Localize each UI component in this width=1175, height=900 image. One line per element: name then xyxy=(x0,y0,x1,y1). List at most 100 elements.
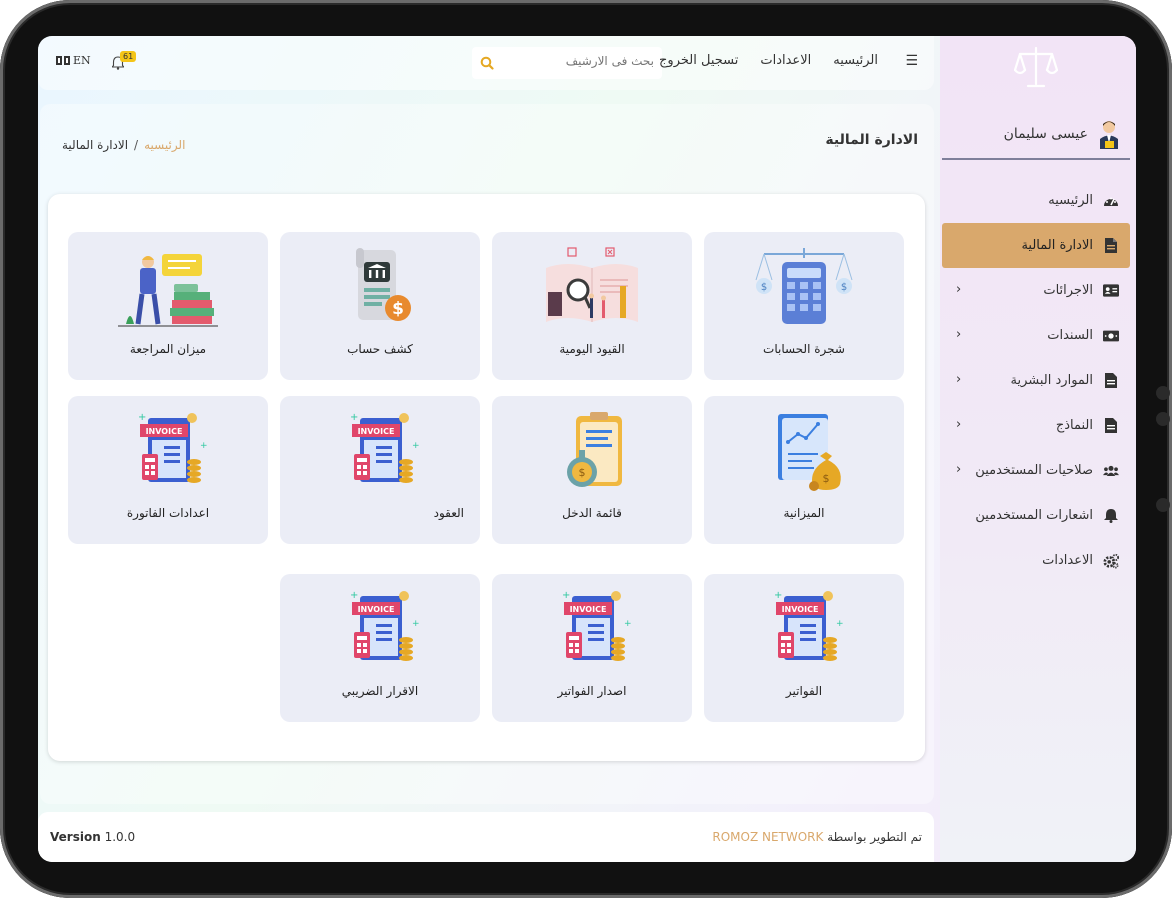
tile-income-statement[interactable]: $ قائمة الدخل xyxy=(492,396,692,544)
chevron-left-icon: ‹ xyxy=(956,282,962,297)
breadcrumb-home[interactable]: الرئيسيه xyxy=(144,138,185,152)
search-icon[interactable] xyxy=(480,56,494,70)
sidebar-item-hr[interactable]: الموارد البشرية ‹ xyxy=(942,358,1130,403)
user-name: عيسى سليمان xyxy=(1003,126,1088,142)
sidebar-item-label: النماذج xyxy=(1055,418,1093,433)
user-profile[interactable]: عيسى سليمان xyxy=(942,110,1130,160)
sidebar-item-label: الموارد البشرية xyxy=(1010,373,1093,388)
tile-label: ميزان المراجعة xyxy=(129,342,207,356)
calculator-scale-icon: $ $ xyxy=(755,248,853,324)
avatar xyxy=(1100,121,1118,149)
person-books-icon xyxy=(118,254,218,327)
tile-label: قائمة الدخل xyxy=(562,506,622,520)
top-nav-logout[interactable]: تسجيل الخروج xyxy=(659,53,738,68)
device-button xyxy=(1156,498,1170,512)
sidebar-item-label: اشعارات المستخدمين xyxy=(975,508,1093,523)
sidebar-item-home[interactable]: الرئيسيه xyxy=(942,178,1130,223)
tile-label: الاقرار الضريبي xyxy=(341,684,419,698)
chevron-left-icon: ‹ xyxy=(956,462,962,477)
svg-text:+: + xyxy=(562,590,570,601)
svg-text:+: + xyxy=(774,590,782,601)
tile-label: شجرة الحسابات xyxy=(763,342,845,356)
svg-text:$: $ xyxy=(579,466,586,479)
svg-text:+: + xyxy=(350,412,358,423)
gauge-icon xyxy=(1103,193,1119,209)
footer: Version 1.0.0 تم التطوير بواسطة ROMOZ NE… xyxy=(38,812,934,862)
invoice-icon: INVOICE + + xyxy=(774,590,844,661)
tile-issue-invoices[interactable]: INVOICE + + اصدار الفواتير xyxy=(492,574,692,722)
breadcrumb: الرئيسيه / الادارة المالية xyxy=(62,138,185,152)
tile-account-statement[interactable]: $ كشف حساب xyxy=(280,232,480,380)
tile-budget[interactable]: $ الميزانية xyxy=(704,396,904,544)
report-moneybag-icon: $ xyxy=(778,414,841,491)
top-nav-settings[interactable]: الاعدادات xyxy=(760,53,811,68)
svg-text:+: + xyxy=(200,441,208,451)
svg-text:$: $ xyxy=(823,472,830,485)
top-bar: EN 61 الرئيسيه الاعدادات تسجيل الخروج ☰ xyxy=(38,36,934,90)
chevron-left-icon: ‹ xyxy=(956,417,962,432)
sidebar-item-financial[interactable]: الادارة المالية xyxy=(942,223,1130,268)
device-button xyxy=(1156,386,1170,400)
sidebar-item-procedures[interactable]: الاجرائات ‹ xyxy=(942,268,1130,313)
language-switch[interactable]: EN xyxy=(56,54,91,67)
notifications-badge: 61 xyxy=(120,51,137,62)
tile-label: العقود xyxy=(433,506,464,520)
version-number: 1.0.0 xyxy=(104,830,136,844)
search-input[interactable] xyxy=(514,54,654,68)
tile-invoices[interactable]: INVOICE + + الفواتير xyxy=(704,574,904,722)
scales-logo-icon xyxy=(1014,46,1058,88)
invoice-icon: INVOICE + + xyxy=(138,412,208,483)
tile-contracts[interactable]: INVOICE + + العقود xyxy=(280,396,480,544)
page-title: الادارة المالية xyxy=(825,132,918,148)
users-icon xyxy=(1103,463,1119,479)
tile-label: القيود اليومية xyxy=(559,342,625,356)
breadcrumb-separator: / xyxy=(134,138,139,152)
tile-label: الفواتير xyxy=(785,684,823,698)
chevron-left-icon: ‹ xyxy=(956,372,962,387)
svg-text:INVOICE: INVOICE xyxy=(146,427,183,436)
svg-text:$: $ xyxy=(761,282,767,293)
sidebar: عيسى سليمان الرئيسيه الادارة المالية الا… xyxy=(940,36,1136,862)
tile-invoice-settings[interactable]: INVOICE + + اعدادات الفاتورة xyxy=(68,396,268,544)
breadcrumb-current: الادارة المالية xyxy=(62,138,129,152)
svg-text:+: + xyxy=(412,441,420,451)
sidebar-item-label: الادارة المالية xyxy=(1021,238,1093,253)
sidebar-item-label: السندات xyxy=(1047,328,1093,343)
gears-icon xyxy=(1103,553,1119,569)
sidebar-item-notifications[interactable]: اشعارات المستخدمين xyxy=(942,493,1130,538)
sidebar-item-permissions[interactable]: صلاحيات المستخدمين ‹ xyxy=(942,448,1130,493)
svg-text:+: + xyxy=(624,619,632,629)
language-label: EN xyxy=(73,54,91,67)
svg-text:$: $ xyxy=(841,282,847,293)
version-label: Version xyxy=(50,830,101,844)
receipt-bank-icon: $ xyxy=(356,248,411,321)
invoice-icon: INVOICE + + xyxy=(350,412,420,483)
device-button xyxy=(1156,412,1170,426)
sidebar-item-label: صلاحيات المستخدمين xyxy=(975,463,1093,478)
modules-card: $ $ شجرة الحسابات القيود اليومية $ كشف ح… xyxy=(48,194,925,761)
credit-brand-link[interactable]: ROMOZ NETWORK xyxy=(712,830,823,844)
sidebar-item-settings[interactable]: الاعدادات xyxy=(942,538,1130,583)
sidebar-item-bonds[interactable]: السندات ‹ xyxy=(942,313,1130,358)
sidebar-item-label: الاجرائات xyxy=(1043,283,1093,298)
tile-tax-return[interactable]: INVOICE + + الاقرار الضريبي xyxy=(280,574,480,722)
tile-daily-entries[interactable]: القيود اليومية xyxy=(492,232,692,380)
clipboard-coins-icon: $ xyxy=(567,412,622,487)
tile-trial-balance[interactable]: ميزان المراجعة xyxy=(68,232,268,380)
notifications-button[interactable]: 61 xyxy=(112,51,137,72)
sidebar-item-label: الاعدادات xyxy=(1042,553,1093,568)
language-icon xyxy=(56,56,70,65)
top-nav-home[interactable]: الرئيسيه xyxy=(833,53,878,68)
svg-text:INVOICE: INVOICE xyxy=(358,605,395,614)
file-icon xyxy=(1103,238,1119,254)
tablet-frame: عيسى سليمان الرئيسيه الادارة المالية الا… xyxy=(0,0,1172,898)
tile-label: الميزانية xyxy=(783,506,825,520)
sidebar-item-forms[interactable]: النماذج ‹ xyxy=(942,403,1130,448)
file-icon xyxy=(1103,373,1119,389)
svg-text:+: + xyxy=(350,590,358,601)
menu-toggle-icon[interactable]: ☰ xyxy=(905,53,918,69)
version-info: Version 1.0.0 xyxy=(50,830,135,844)
invoice-icon: INVOICE + + xyxy=(350,590,420,661)
chevron-left-icon: ‹ xyxy=(956,327,962,342)
tile-accounts-tree[interactable]: $ $ شجرة الحسابات xyxy=(704,232,904,380)
